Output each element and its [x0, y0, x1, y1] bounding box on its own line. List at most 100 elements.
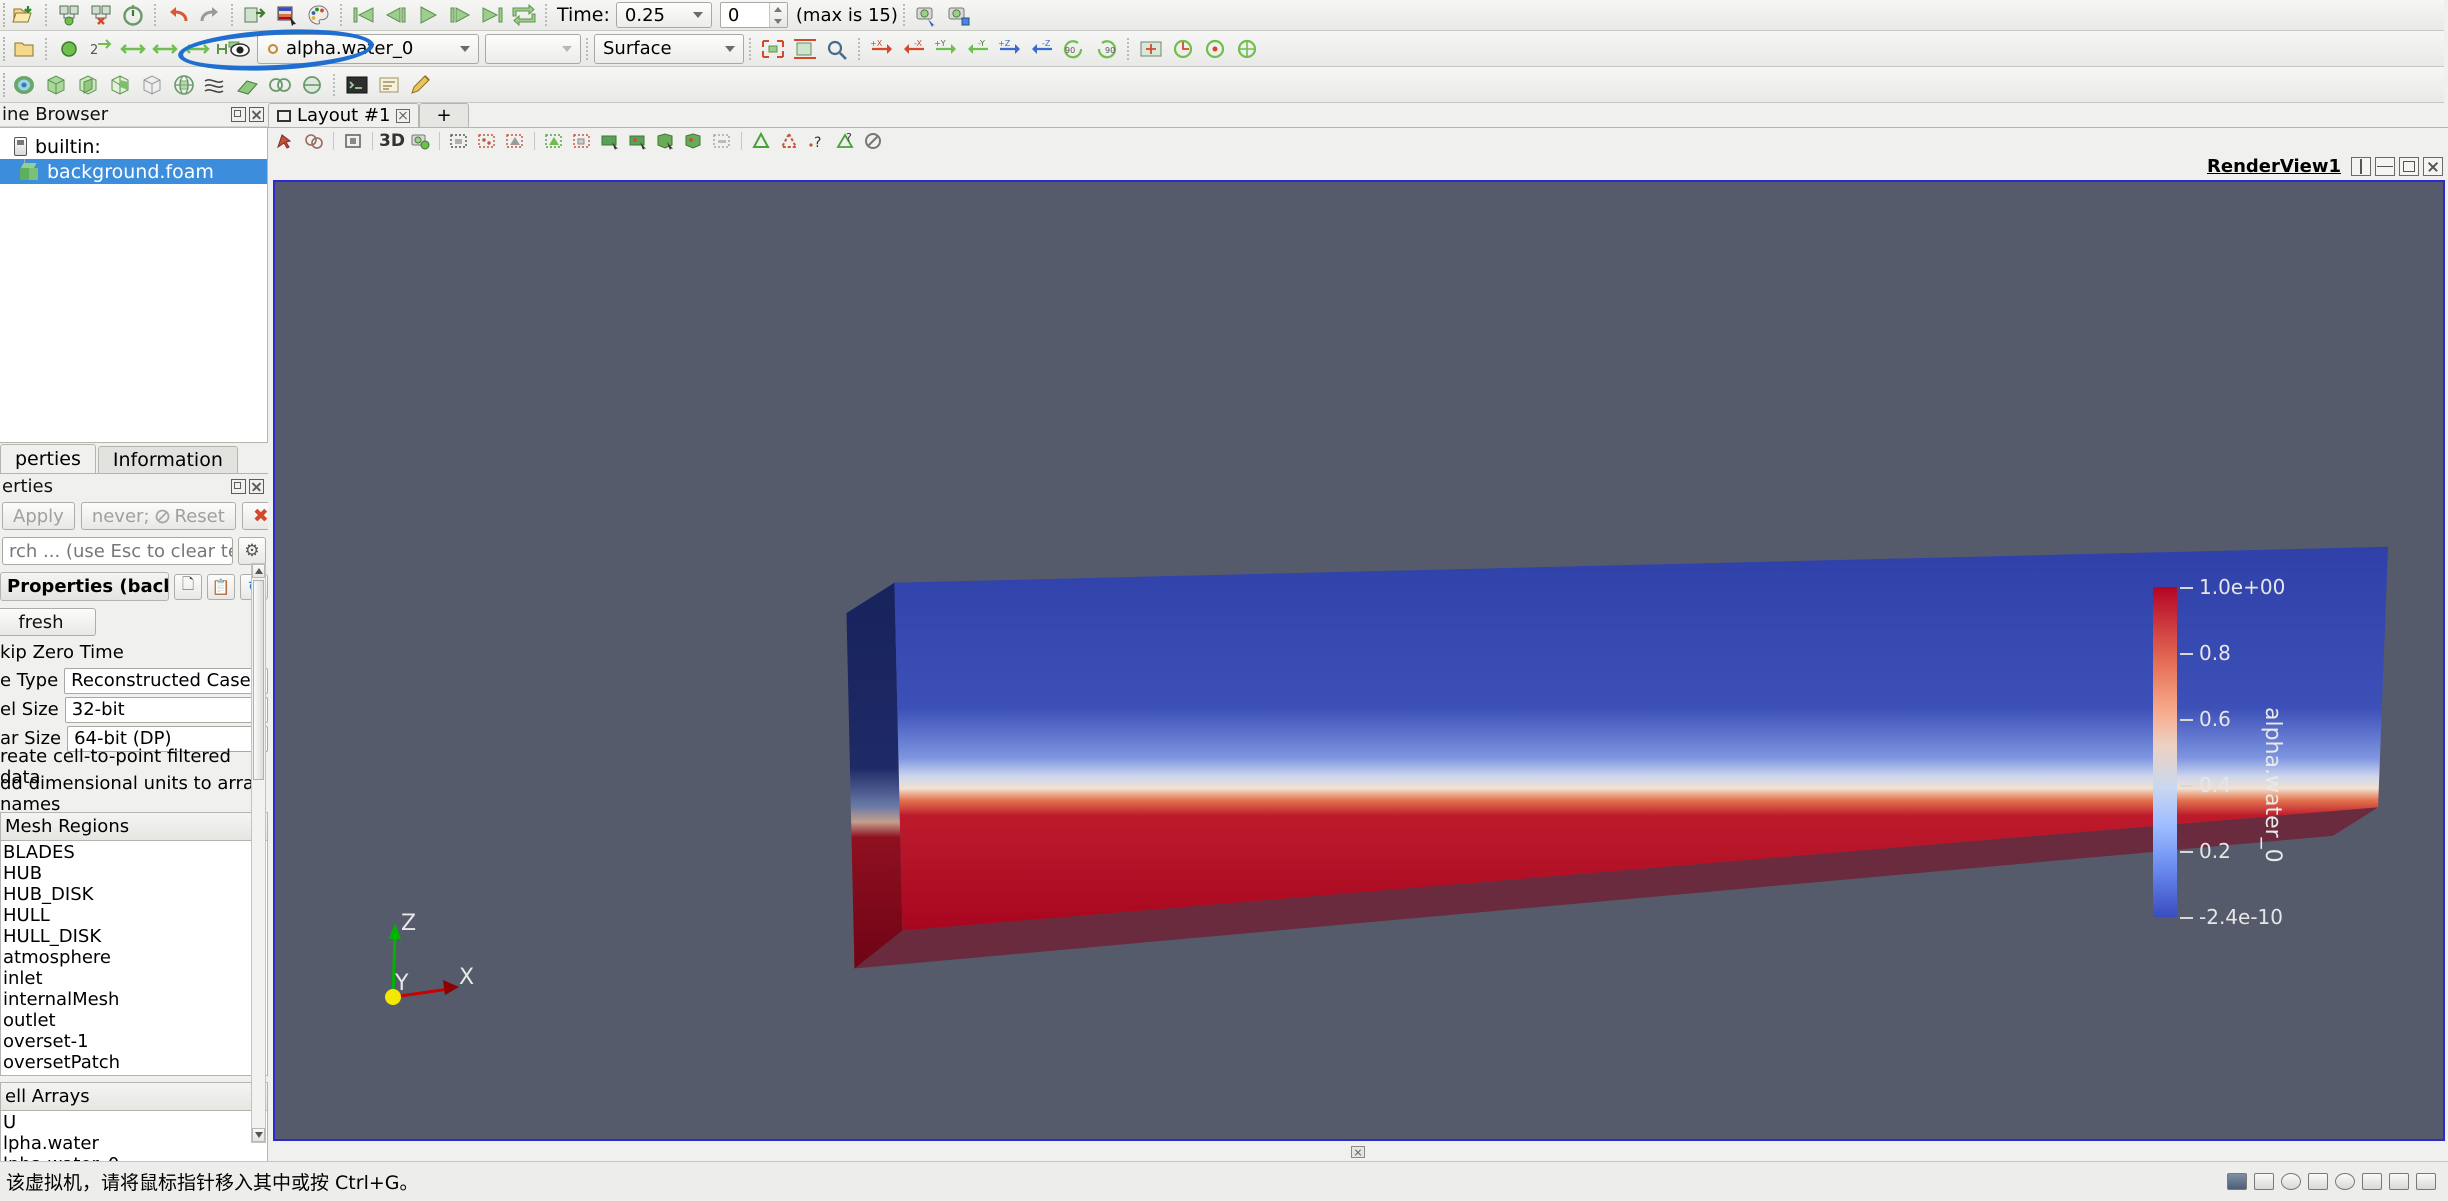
list-item[interactable]: BLADES [1, 842, 267, 863]
scroll-down-icon[interactable] [252, 1128, 265, 1142]
rescale-visible-range-button[interactable] [150, 35, 180, 63]
gear-icon[interactable]: ⚙ [238, 537, 266, 565]
shrink-triangle-icon[interactable] [776, 130, 802, 152]
save-data-button[interactable] [54, 1, 84, 29]
component-combo[interactable] [485, 33, 581, 64]
axis-minus-y-button[interactable]: -Y [963, 35, 993, 63]
select-cells-frustum-icon[interactable] [502, 130, 528, 152]
redo-button[interactable] [195, 1, 225, 29]
rotate-ccw-button[interactable]: 90 [1059, 35, 1089, 63]
save-state-button[interactable] [86, 1, 116, 29]
frame-spinbox[interactable]: 0 [719, 2, 788, 28]
select-points-surface-icon[interactable] [474, 130, 500, 152]
usb-icon[interactable] [2308, 1173, 2328, 1190]
eyeball-icon[interactable] [214, 35, 256, 63]
rescale-custom-range-button[interactable] [118, 35, 148, 63]
splitter-grip-icon[interactable] [1351, 1146, 1365, 1158]
3d-toggle-button[interactable]: 3D [379, 130, 405, 152]
query-help-icon[interactable]: ? [804, 130, 830, 152]
clip-filter-button[interactable] [73, 71, 103, 99]
split-horizontal-icon[interactable] [2351, 156, 2371, 176]
toolbar-gripper[interactable] [0, 72, 5, 97]
undo-button[interactable] [163, 1, 193, 29]
list-item[interactable]: HUB_DISK [1, 884, 267, 905]
pipeline-list[interactable]: builtin: background.foam [0, 127, 268, 443]
show-center-button[interactable] [1200, 35, 1230, 63]
interactive-select-cells-icon[interactable] [597, 130, 623, 152]
paste-properties-icon[interactable]: 📋 [207, 573, 235, 600]
list-item[interactable]: lpha.water [1, 1133, 267, 1154]
first-frame-button[interactable] [349, 1, 379, 29]
select-points-frustum-icon[interactable] [541, 130, 567, 152]
select-blocks-icon[interactable] [569, 130, 595, 152]
close-layout-icon[interactable] [396, 108, 411, 123]
list-item[interactable]: inlet [1, 968, 267, 989]
query-points-icon[interactable]: ? [832, 130, 858, 152]
refresh-button[interactable]: fresh [0, 608, 96, 636]
properties-scrollbar[interactable] [251, 563, 266, 1143]
rescale-to-data-range-button[interactable]: 2 [86, 35, 116, 63]
rotate-cw-button[interactable]: 90 [1091, 35, 1121, 63]
axis-minus-x-button[interactable]: -X [899, 35, 929, 63]
previous-frame-button[interactable] [381, 1, 411, 29]
new-layout-tab[interactable]: + [419, 103, 469, 127]
view-splitter[interactable] [268, 1143, 2448, 1161]
list-item[interactable]: HULL [1, 905, 267, 926]
disk-icon[interactable] [2254, 1173, 2274, 1190]
select-cells-surface-icon[interactable] [446, 130, 472, 152]
list-item[interactable]: outlet [1, 1010, 267, 1031]
tab-properties[interactable]: perties [0, 444, 96, 473]
tab-layout-1[interactable]: Layout #1 [268, 103, 420, 127]
mesh-regions-list[interactable]: BLADES HUB HUB_DISK HULL HULL_DISK atmos… [0, 840, 268, 1076]
close-dock-button[interactable] [249, 478, 264, 494]
change-input-button[interactable] [240, 1, 270, 29]
next-frame-button[interactable] [445, 1, 475, 29]
split-vertical-icon[interactable] [2375, 156, 2395, 176]
stream-tracer-button[interactable] [201, 71, 231, 99]
pipeline-item-builtin[interactable]: builtin: [0, 134, 267, 159]
camera-redo-button[interactable] [944, 1, 974, 29]
pick-center-button[interactable] [1232, 35, 1262, 63]
close-dock-button[interactable] [249, 107, 264, 122]
spinbox-arrows[interactable] [768, 3, 787, 27]
contour-filter-button[interactable] [41, 71, 71, 99]
threshold-filter-button[interactable] [137, 71, 167, 99]
sound-icon[interactable] [2335, 1173, 2355, 1190]
play-button[interactable] [413, 1, 443, 29]
select-cells-icon[interactable] [301, 130, 327, 152]
group-datasets-button[interactable] [265, 71, 295, 99]
float-dock-button[interactable] [231, 107, 246, 122]
macro-button[interactable] [374, 71, 404, 99]
scalar-bar-visibility-button[interactable] [54, 35, 84, 63]
reset-camera-button[interactable] [758, 35, 788, 63]
color-map-button[interactable] [272, 1, 302, 29]
loop-button[interactable] [509, 1, 539, 29]
calculator-filter-button[interactable] [9, 71, 39, 99]
timer-button[interactable] [118, 1, 148, 29]
render-view-canvas[interactable]: Z X Y 1.0e+00 0.8 0.6 0.4 0.2 -2.4e-10 a… [273, 180, 2445, 1141]
interactive-select-points-icon[interactable] [625, 130, 651, 152]
maximize-icon[interactable] [2399, 156, 2419, 176]
python-shell-button[interactable] [342, 71, 372, 99]
capture-icon[interactable] [407, 130, 433, 152]
grow-triangle-icon[interactable] [748, 130, 774, 152]
pencil-button[interactable] [406, 71, 436, 99]
hover-points-icon[interactable] [681, 130, 707, 152]
axis-plus-x-button[interactable]: +X [867, 35, 897, 63]
float-dock-button[interactable] [231, 478, 246, 494]
center-axes-button[interactable] [1136, 35, 1166, 63]
last-frame-button[interactable] [477, 1, 507, 29]
pipeline-item-background-foam[interactable]: background.foam [0, 159, 267, 184]
extract-subset-button[interactable] [169, 71, 199, 99]
reset-button[interactable]: never; Reset [80, 502, 236, 530]
close-view-icon[interactable] [2423, 156, 2443, 176]
network-icon[interactable] [2227, 1173, 2247, 1190]
label-size-value[interactable]: 32-bit [64, 696, 268, 723]
camera-ortho-icon[interactable] [340, 130, 366, 152]
copy-properties-icon[interactable]: 🗋 [174, 573, 202, 600]
search-input[interactable]: rch ... (use Esc to clear text) [2, 537, 233, 565]
cd-icon[interactable] [2281, 1173, 2301, 1190]
apply-button[interactable]: Apply [2, 502, 75, 530]
representation-combo[interactable]: Surface [594, 33, 744, 64]
list-item[interactable]: overset-1 [1, 1031, 267, 1052]
